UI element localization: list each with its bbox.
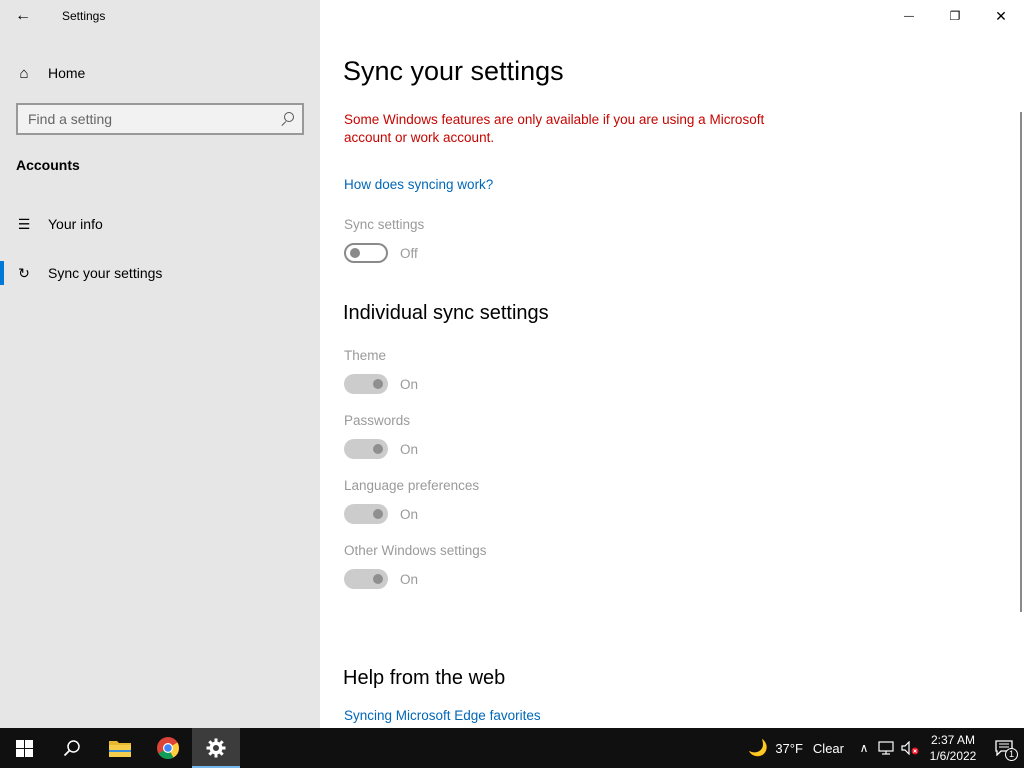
language-preferences-row: On — [344, 504, 418, 524]
folder-icon — [109, 741, 131, 757]
network-button[interactable] — [874, 728, 898, 768]
sidebar-item-label: Your info — [48, 216, 103, 232]
toggle-knob — [373, 509, 383, 519]
weather-widget[interactable]: 🌙 — [741, 728, 775, 768]
action-center-button[interactable]: 1 — [984, 728, 1024, 768]
chevron-up-icon: ∧ — [859, 741, 869, 755]
condition-text: Clear — [812, 740, 844, 756]
weather-temperature[interactable]: 37°F — [775, 728, 809, 768]
toggle-knob — [350, 248, 360, 258]
search-icon[interactable] — [280, 112, 294, 126]
language-preferences-label: Language preferences — [344, 478, 480, 493]
volume-muted-icon — [901, 741, 919, 755]
close-button[interactable]: ✕ — [978, 0, 1024, 32]
language-preferences-toggle[interactable] — [344, 504, 388, 524]
section-header-accounts: Accounts — [16, 157, 80, 173]
sync-settings-state: Off — [400, 245, 418, 261]
search-input[interactable] — [28, 111, 280, 127]
weather-condition[interactable]: Clear — [809, 728, 854, 768]
gear-icon — [206, 738, 226, 758]
sidebar-item-sync-your-settings[interactable]: ↻ Sync your settings — [0, 255, 320, 291]
file-explorer-button[interactable] — [96, 728, 144, 768]
chrome-icon — [157, 737, 179, 759]
settings-taskbar-button[interactable] — [192, 728, 240, 768]
passwords-state: On — [400, 441, 419, 457]
sidebar-item-label: Sync your settings — [48, 265, 163, 281]
account-warning: Some Windows features are only available… — [344, 112, 765, 145]
restore-button[interactable]: ❐ — [932, 0, 978, 32]
windows-logo-icon — [15, 739, 33, 757]
back-arrow-icon: ← — [15, 7, 31, 24]
how-syncing-works-link[interactable]: How does syncing work? — [344, 177, 493, 192]
network-icon — [878, 741, 894, 755]
passwords-label: Passwords — [344, 413, 411, 428]
moon-icon: 🌙 — [748, 740, 769, 757]
individual-sync-heading: Individual sync settings — [343, 302, 549, 324]
restore-icon: ❐ — [949, 9, 961, 23]
show-hidden-icons-button[interactable]: ∧ — [854, 728, 874, 768]
chrome-button[interactable] — [144, 728, 192, 768]
toggle-knob — [373, 379, 383, 389]
language-preferences-state: On — [400, 506, 419, 522]
start-button[interactable] — [0, 728, 48, 768]
minimize-button[interactable]: — — [886, 0, 932, 32]
passwords-row: On — [344, 439, 418, 459]
minimize-icon: — — [904, 10, 914, 22]
clock-date: 1/6/2022 — [929, 749, 977, 763]
vertical-scrollbar[interactable] — [1020, 112, 1022, 612]
title-bar-left: ← Settings — [0, 0, 320, 32]
notification-count-badge: 1 — [1005, 748, 1018, 761]
other-windows-settings-row: On — [344, 569, 418, 589]
other-windows-settings-toggle[interactable] — [344, 569, 388, 589]
sync-icon: ↻ — [18, 264, 30, 281]
theme-label: Theme — [344, 348, 387, 363]
window-controls: — ❐ ✕ — [886, 0, 1024, 32]
page-title: Sync your settings — [343, 56, 564, 86]
settings-content: — ❐ ✕ Sync your settings Some Windows fe… — [320, 0, 1024, 728]
theme-toggle[interactable] — [344, 374, 388, 394]
sync-settings-label: Sync settings — [344, 217, 425, 232]
help-from-web-heading: Help from the web — [343, 667, 506, 689]
taskbar-search-button[interactable] — [48, 728, 96, 768]
theme-row: On — [344, 374, 418, 394]
nav-home-label: Home — [48, 65, 86, 81]
search-icon — [63, 740, 80, 757]
sync-settings-row: Off — [344, 243, 418, 263]
other-windows-settings-label: Other Windows settings — [344, 543, 487, 558]
app-title: Settings — [62, 9, 106, 23]
other-windows-settings-state: On — [400, 571, 419, 587]
back-button[interactable]: ← — [0, 0, 46, 32]
sidebar-item-your-info[interactable]: ☰ Your info — [0, 206, 320, 242]
search-box[interactable] — [16, 103, 304, 135]
clock-time: 2:37 AM — [930, 733, 976, 747]
toggle-knob — [373, 574, 383, 584]
close-icon: ✕ — [995, 7, 1007, 24]
theme-state: On — [400, 376, 419, 392]
edge-favorites-link[interactable]: Syncing Microsoft Edge favorites — [344, 708, 541, 723]
system-tray: 🌙 37°F Clear ∧ 2:37 AM 1/6/2022 1 — [741, 728, 1024, 768]
nav-home[interactable]: ⌂ Home — [0, 58, 320, 88]
person-list-icon: ☰ — [17, 215, 31, 232]
home-icon: ⌂ — [19, 64, 29, 82]
temperature-text: 37°F — [775, 740, 803, 756]
settings-sidebar: ← Settings ⌂ Home Accounts ☰ Your info ↻… — [0, 0, 320, 728]
taskbar: 🌙 37°F Clear ∧ 2:37 AM 1/6/2022 1 — [0, 728, 1024, 768]
clock[interactable]: 2:37 AM 1/6/2022 — [922, 728, 984, 768]
sync-settings-toggle[interactable] — [344, 243, 388, 263]
toggle-knob — [373, 444, 383, 454]
volume-button[interactable] — [898, 728, 922, 768]
passwords-toggle[interactable] — [344, 439, 388, 459]
